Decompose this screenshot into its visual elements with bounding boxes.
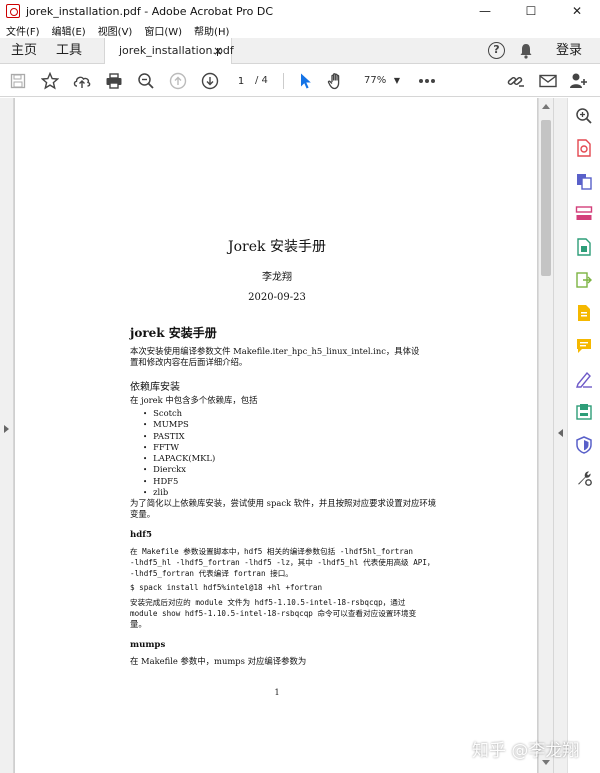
hdf5-command: $ spack install hdf5%intel@18 +hl +fortr… bbox=[130, 583, 323, 592]
help-icon[interactable]: ? bbox=[488, 42, 505, 59]
hdf5-line-2: -lhdf5_hl -lhdf5_fortran -lhdf5 -lz，其中 -… bbox=[130, 558, 435, 567]
chevron-down-icon: ▼ bbox=[393, 76, 400, 85]
list-item: LAPACK(MKL) bbox=[143, 453, 215, 464]
section-heading: jorek 安装手册 bbox=[130, 326, 217, 340]
zhihu-watermark: 知乎 @李龙翔 bbox=[472, 741, 580, 761]
document-title: Jorek 安装手册 bbox=[228, 239, 326, 255]
fill-sign-icon[interactable] bbox=[575, 370, 593, 388]
page-number-footer: 1 bbox=[274, 688, 280, 697]
deps-heading: 依赖库安装 bbox=[130, 382, 180, 393]
hdf5-heading: hdf5 bbox=[130, 530, 152, 540]
left-panel-toggle[interactable] bbox=[0, 98, 14, 773]
edit-pdf-icon[interactable] bbox=[575, 238, 593, 256]
organize-pages-icon[interactable] bbox=[575, 205, 593, 223]
chevron-right-icon bbox=[4, 425, 9, 433]
menu-window[interactable]: 窗口(W) bbox=[144, 23, 182, 38]
share-link-icon[interactable] bbox=[505, 70, 527, 92]
scan-ocr-icon[interactable] bbox=[575, 304, 593, 322]
document-author: 李龙翔 bbox=[262, 272, 292, 283]
tab-home[interactable]: 主页 bbox=[11, 38, 37, 64]
document-date: 2020-09-23 bbox=[248, 292, 306, 303]
print-icon[interactable] bbox=[103, 70, 125, 92]
spack-line-2: 变量。 bbox=[130, 509, 156, 519]
previous-page-icon[interactable] bbox=[167, 70, 189, 92]
add-user-icon[interactable] bbox=[568, 70, 590, 92]
menu-help[interactable]: 帮助(H) bbox=[194, 23, 229, 38]
scrollbar-thumb[interactable] bbox=[541, 120, 551, 276]
title-bar: jorek_installation.pdf - Adobe Acrobat P… bbox=[0, 0, 600, 22]
page-number-input[interactable]: 1 bbox=[230, 72, 252, 90]
comment-icon[interactable] bbox=[575, 337, 593, 355]
window-title: jorek_installation.pdf - Adobe Acrobat P… bbox=[26, 4, 274, 18]
scroll-up-icon[interactable] bbox=[542, 104, 550, 109]
vertical-scrollbar[interactable] bbox=[538, 98, 553, 773]
acrobat-pdf-icon bbox=[6, 4, 20, 18]
module-line-1: 安装完成后对应的 module 文件为 hdf5-1.10.5-intel-18… bbox=[130, 598, 406, 607]
menu-bar: 文件(F) 编辑(E) 视图(V) 窗口(W) 帮助(H) bbox=[0, 22, 600, 38]
menu-edit[interactable]: 编辑(E) bbox=[52, 23, 86, 38]
list-item: zlib bbox=[143, 487, 215, 498]
page-total-label: / 4 bbox=[255, 75, 268, 86]
toolbar-divider bbox=[283, 73, 284, 89]
bookmark-star-icon[interactable] bbox=[39, 70, 61, 92]
list-item: Scotch bbox=[143, 408, 215, 419]
intro-line-1: 本次安装使用编译参数文件 Makefile.iter_hpc_h5_linux_… bbox=[130, 346, 420, 356]
close-window-button[interactable]: ✕ bbox=[554, 0, 600, 22]
zoom-search-icon[interactable] bbox=[575, 107, 593, 125]
toolbar: 1 / 4 77% ▼ bbox=[0, 64, 600, 97]
list-item: HDF5 bbox=[143, 476, 215, 487]
list-item: PASTIX bbox=[143, 431, 215, 442]
menu-file[interactable]: 文件(F) bbox=[6, 23, 40, 38]
next-page-icon[interactable] bbox=[199, 70, 221, 92]
hdf5-line-1: 在 Makefile 参数设置脚本中，hdf5 相关的编译参数包括 -lhdf5… bbox=[130, 547, 413, 556]
module-line-3: 量。 bbox=[130, 619, 147, 629]
spack-line-1: 为了简化以上依赖库安装，尝试使用 spack 软件，并且按照对应要求设置对应环境 bbox=[130, 498, 437, 508]
intro-line-2: 置和修改内容在后面详细介绍。 bbox=[130, 357, 248, 367]
hdf5-line-3: -lhdf5_fortran 代表编译 fortran 接口。 bbox=[130, 569, 293, 578]
tab-tools[interactable]: 工具 bbox=[56, 38, 82, 64]
list-item: MUMPS bbox=[143, 419, 215, 430]
zoom-value: 77% bbox=[364, 75, 387, 86]
maximize-button[interactable]: ☐ bbox=[508, 0, 554, 22]
compress-pdf-icon[interactable] bbox=[575, 403, 593, 421]
upload-cloud-icon[interactable] bbox=[71, 70, 93, 92]
export-pdf-icon[interactable] bbox=[575, 271, 593, 289]
right-pane-toggle[interactable] bbox=[553, 98, 567, 773]
login-button[interactable]: 登录 bbox=[556, 38, 582, 64]
create-pdf-icon[interactable] bbox=[575, 139, 593, 157]
more-tools-icon[interactable] bbox=[416, 70, 438, 92]
zoom-dropdown[interactable]: 77% ▼ bbox=[358, 72, 404, 90]
list-item: Dierckx bbox=[143, 464, 215, 475]
bell-icon[interactable] bbox=[519, 43, 533, 59]
close-tab-icon[interactable]: × bbox=[213, 38, 223, 64]
tab-bar: 主页 工具 jorek_installation.pdf × ? 登录 bbox=[0, 38, 600, 65]
select-cursor-icon[interactable] bbox=[294, 70, 316, 92]
list-item: FFTW bbox=[143, 442, 215, 453]
pdf-page: Jorek 安装手册 李龙翔 2020-09-23 jorek 安装手册 本次安… bbox=[14, 98, 538, 773]
tools-pane bbox=[567, 98, 600, 773]
module-line-2: module show hdf5-1.10.5-intel-18-rsbqcqp… bbox=[130, 609, 417, 618]
tab-document[interactable]: jorek_installation.pdf × bbox=[104, 38, 234, 65]
deps-intro: 在 jorek 中包含多个依赖库，包括 bbox=[130, 395, 258, 405]
zoom-out-icon[interactable] bbox=[135, 70, 157, 92]
mumps-heading: mumps bbox=[130, 640, 166, 650]
combine-files-icon[interactable] bbox=[575, 172, 593, 190]
protect-shield-icon[interactable] bbox=[575, 436, 593, 454]
more-tools-wrench-icon[interactable] bbox=[575, 469, 593, 487]
hand-tool-icon[interactable] bbox=[325, 70, 347, 92]
minimize-button[interactable]: — bbox=[462, 0, 508, 22]
chevron-left-icon bbox=[558, 429, 563, 437]
email-icon[interactable] bbox=[537, 70, 559, 92]
menu-view[interactable]: 视图(V) bbox=[98, 23, 133, 38]
save-icon[interactable] bbox=[7, 70, 29, 92]
mumps-line: 在 Makefile 参数中，mumps 对应编译参数为 bbox=[130, 656, 307, 666]
deps-list: Scotch MUMPS PASTIX FFTW LAPACK(MKL) Die… bbox=[143, 408, 215, 498]
